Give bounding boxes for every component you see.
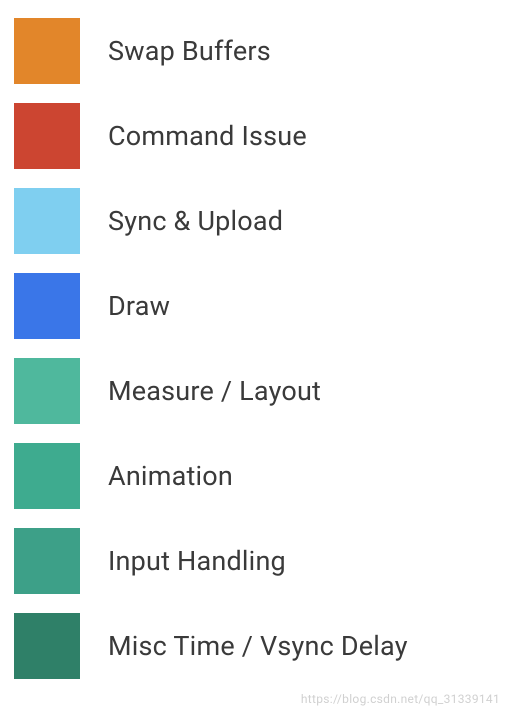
- legend-label: Command Issue: [108, 120, 307, 152]
- legend-label: Input Handling: [108, 545, 286, 577]
- legend-label: Draw: [108, 290, 170, 322]
- watermark-text: https://blog.csdn.net/qq_31339141: [301, 692, 500, 706]
- legend-label: Misc Time / Vsync Delay: [108, 630, 408, 662]
- color-swatch: [14, 358, 80, 424]
- legend-label: Sync & Upload: [108, 205, 283, 237]
- legend-item: Animation: [14, 443, 500, 509]
- color-swatch: [14, 443, 80, 509]
- legend-item: Input Handling: [14, 528, 500, 594]
- color-swatch: [14, 103, 80, 169]
- legend-label: Swap Buffers: [108, 35, 271, 67]
- color-swatch: [14, 188, 80, 254]
- legend-list: Swap Buffers Command Issue Sync & Upload…: [14, 18, 500, 679]
- legend-item: Measure / Layout: [14, 358, 500, 424]
- color-swatch: [14, 18, 80, 84]
- legend-label: Animation: [108, 460, 233, 492]
- color-swatch: [14, 613, 80, 679]
- legend-item: Command Issue: [14, 103, 500, 169]
- legend-item: Swap Buffers: [14, 18, 500, 84]
- color-swatch: [14, 273, 80, 339]
- legend-item: Misc Time / Vsync Delay: [14, 613, 500, 679]
- legend-label: Measure / Layout: [108, 375, 321, 407]
- legend-item: Sync & Upload: [14, 188, 500, 254]
- legend-item: Draw: [14, 273, 500, 339]
- color-swatch: [14, 528, 80, 594]
